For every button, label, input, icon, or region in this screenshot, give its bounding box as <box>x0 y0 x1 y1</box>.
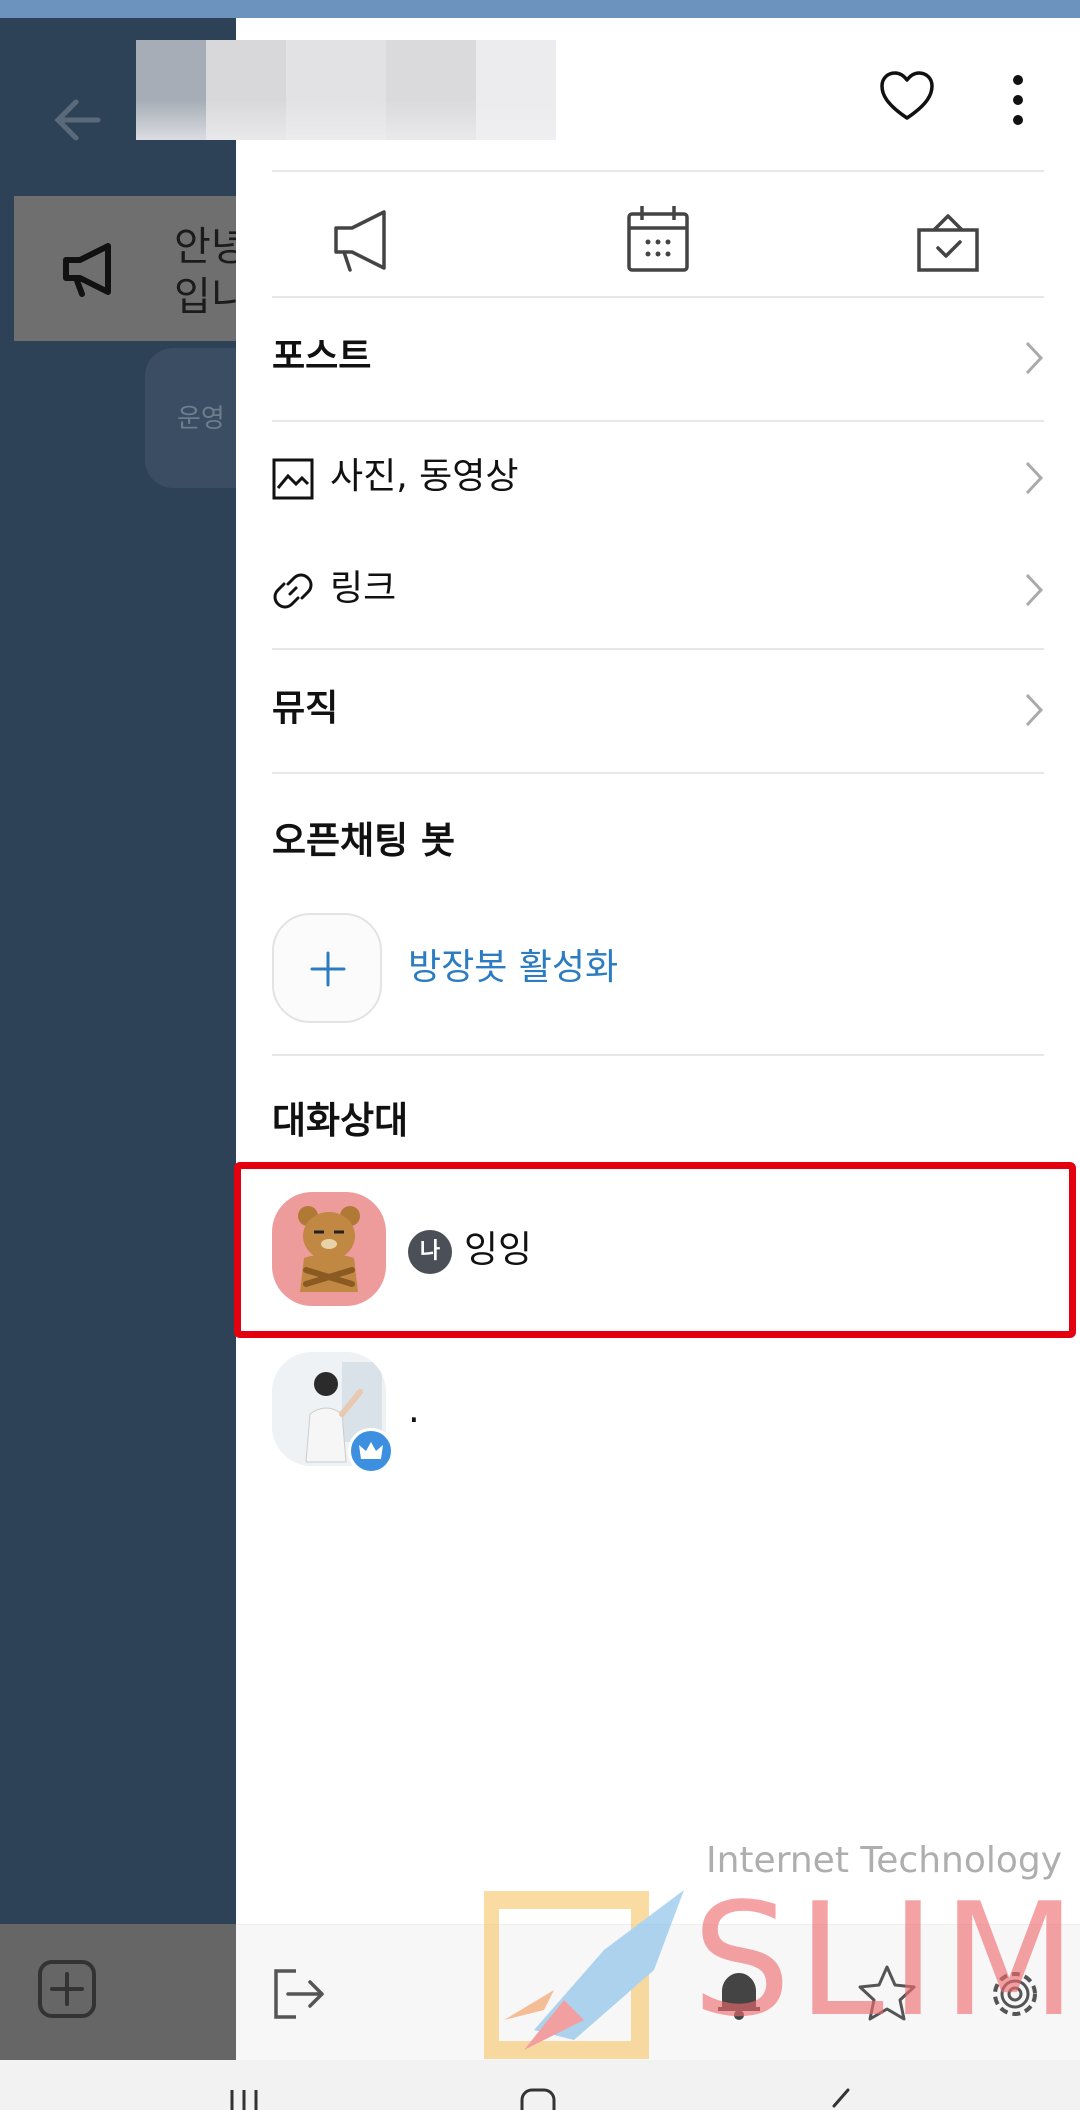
section-title-members: 대화상대 <box>272 1099 409 1142</box>
divider <box>272 648 1044 650</box>
menu-item-photos-videos[interactable]: 사진, 동영상 <box>272 432 1044 522</box>
megaphone-icon <box>63 243 111 297</box>
blurred-room-title-fade <box>136 40 556 140</box>
plus-icon <box>310 951 346 987</box>
chevron-right-icon <box>1025 341 1044 375</box>
chat-bubble-text: 운영 <box>177 404 225 434</box>
heart-icon[interactable] <box>876 66 938 128</box>
back-icon[interactable] <box>820 2076 860 2110</box>
crown-icon <box>348 1428 394 1474</box>
drawer-bottom-bar <box>236 1924 1080 2061</box>
image-icon <box>272 458 314 500</box>
exit-icon[interactable] <box>266 1961 332 2027</box>
member-name: . <box>408 1388 420 1431</box>
menu-item-links[interactable]: 링크 <box>272 544 1044 634</box>
activate-bot-button[interactable] <box>272 913 382 1023</box>
plus-square-icon[interactable] <box>36 1958 98 2020</box>
gear-icon[interactable] <box>982 1961 1048 2027</box>
menu-item-label: 사진, 동영상 <box>330 456 519 497</box>
chat-input-bar <box>0 1924 240 2060</box>
status-bar <box>0 0 1080 18</box>
menu-item-music[interactable]: 뮤직 <box>272 664 1044 754</box>
divider <box>272 420 1044 422</box>
member-row-host[interactable]: . <box>272 1352 1012 1474</box>
divider <box>272 1054 1044 1056</box>
chat-room-background: 안녕 입니 운영 <box>0 18 265 1924</box>
chat-room-drawer: 포스트 사진, 동영상 링크 뮤직 오픈채팅 봇 방장봇 활성화 대화상대 나 … <box>136 18 1080 2061</box>
back-arrow-icon[interactable] <box>48 90 108 150</box>
notice-banner[interactable]: 안녕 입니 <box>14 196 248 341</box>
highlight-box <box>234 1162 1076 1338</box>
link-icon <box>273 573 313 609</box>
menu-item-post[interactable]: 포스트 <box>272 312 1044 402</box>
menu-item-label: 뮤직 <box>272 688 339 729</box>
chevron-right-icon <box>1025 693 1044 727</box>
system-nav-bar <box>0 2060 1080 2110</box>
menu-item-label: 링크 <box>330 568 397 609</box>
calendar-icon[interactable] <box>614 196 704 286</box>
divider <box>272 296 1044 298</box>
divider <box>272 772 1044 774</box>
menu-item-label: 포스트 <box>272 336 372 377</box>
chevron-right-icon <box>1025 461 1044 495</box>
more-options-icon[interactable] <box>998 70 1038 132</box>
activate-bot-label[interactable]: 방장봇 활성화 <box>408 933 618 1003</box>
vote-box-icon[interactable] <box>904 196 994 286</box>
section-title-openchat-bot: 오픈채팅 봇 <box>272 819 456 862</box>
chevron-right-icon <box>1025 573 1044 607</box>
divider <box>272 170 1044 172</box>
megaphone-icon[interactable] <box>322 196 412 286</box>
home-icon[interactable] <box>518 2076 558 2110</box>
star-icon[interactable] <box>854 1961 920 2027</box>
bell-icon[interactable] <box>706 1961 772 2027</box>
recent-apps-icon[interactable] <box>224 2076 264 2110</box>
